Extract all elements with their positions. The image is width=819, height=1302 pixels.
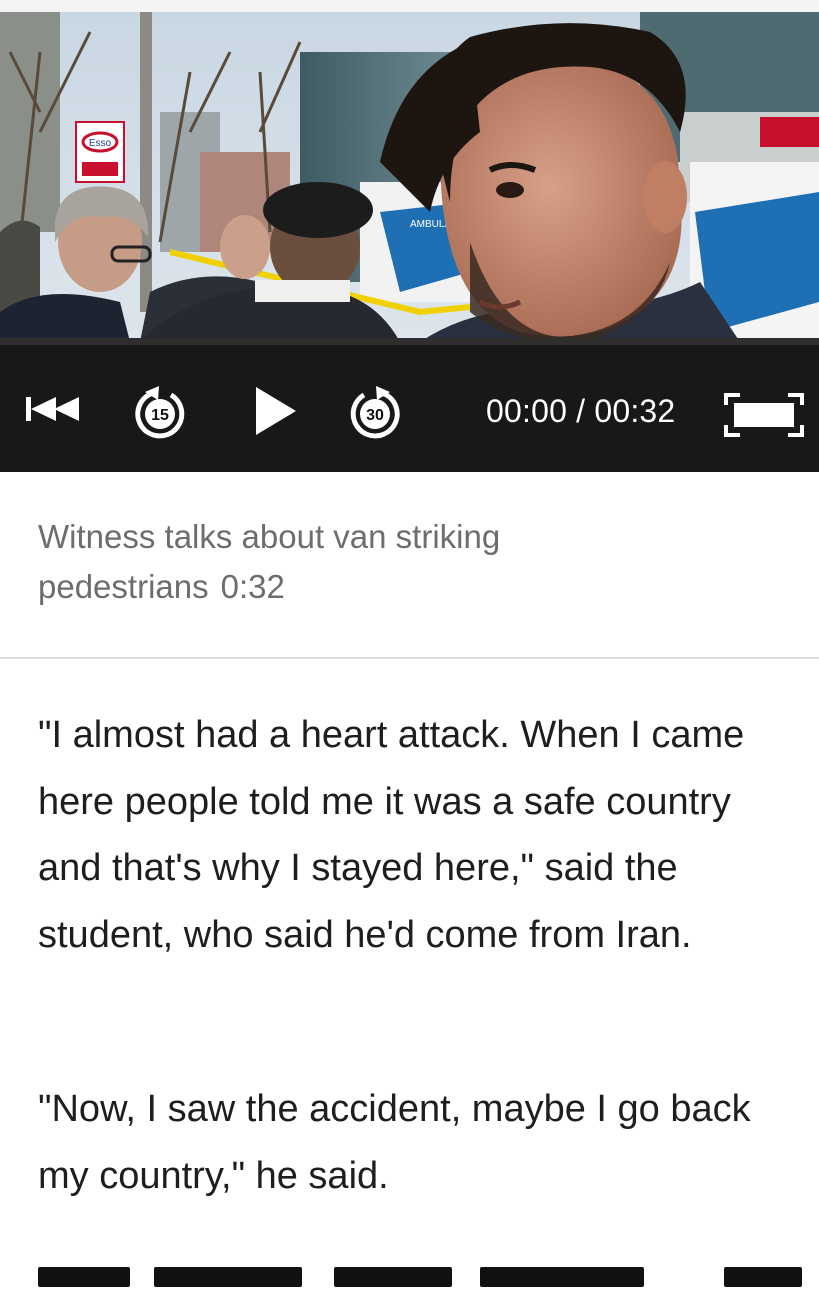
forward-30-button[interactable]: 30 (346, 383, 404, 439)
video-controls: 15 30 00:00 / 00:32 (0, 345, 819, 472)
skip-previous-button[interactable] (22, 389, 84, 429)
fullscreen-button[interactable] (722, 391, 806, 439)
top-strip (0, 0, 819, 12)
article-paragraph: "I almost had a heart attack. When I cam… (38, 714, 745, 956)
skip-previous-icon (26, 397, 79, 421)
rewind-15-button[interactable]: 15 (131, 383, 189, 439)
rewind-15-icon: 15 (135, 386, 185, 439)
article-paragraph: "Now, I saw the accident, maybe I go bac… (38, 1088, 751, 1197)
time-display: 00:00 / 00:32 (486, 393, 676, 429)
video-duration: 0:32 (220, 568, 285, 605)
play-button[interactable] (250, 385, 300, 437)
forward-30-label: 30 (366, 407, 384, 424)
rewind-15-label: 15 (151, 407, 169, 424)
video-player[interactable]: Esso AMBULANCE 15 30 00:00 / 00:32 (0, 12, 819, 472)
progress-bar[interactable] (0, 338, 819, 345)
esso-sign: Esso (89, 138, 112, 149)
play-icon (256, 387, 296, 435)
divider (0, 657, 819, 659)
next-heading-cropped (34, 1262, 814, 1302)
fullscreen-icon (724, 393, 804, 437)
forward-30-icon: 30 (350, 386, 400, 439)
video-caption[interactable]: Witness talks about van striking pedestr… (38, 512, 658, 612)
